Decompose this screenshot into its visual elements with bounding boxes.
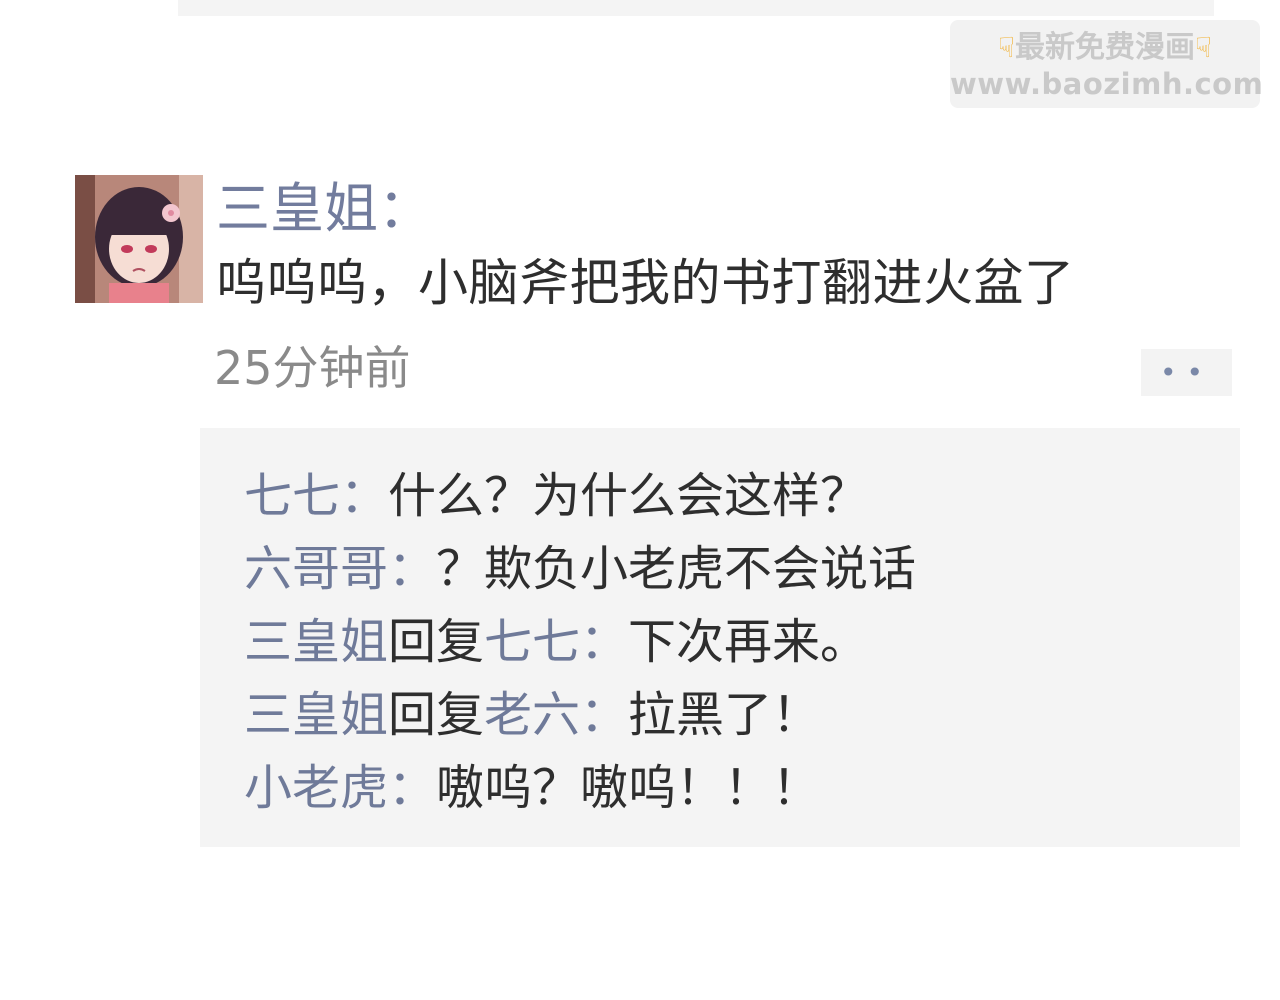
previous-post-divider: [178, 0, 1214, 16]
reply-text: 什么？为什么会这样？: [388, 468, 869, 524]
site-watermark: ☟最新免费漫画☟ www.baozimh.com: [950, 20, 1264, 108]
reply-item[interactable]: 三皇姐回复老六：拉黑了！: [244, 685, 820, 745]
reply-target[interactable]: 七七：: [484, 614, 628, 670]
post-content: 呜呜呜，小脑斧把我的书打翻进火盆了: [216, 254, 1075, 312]
reply-text: 嗷呜？嗷呜！！！: [436, 760, 821, 816]
watermark-url: www.baozimh.com: [950, 67, 1264, 101]
reply-text: 拉黑了！: [628, 687, 821, 743]
avatar[interactable]: [75, 175, 203, 303]
reply-text: 下次再来。: [628, 614, 869, 670]
more-dots-icon: ••: [1159, 356, 1214, 389]
reply-author[interactable]: 三皇姐: [244, 687, 388, 743]
pointing-down-hand-icon: ☟: [1195, 31, 1213, 64]
reply-connector: 回复: [388, 614, 485, 670]
reply-author[interactable]: 三皇姐: [244, 614, 388, 670]
post-timestamp: 25分钟前: [214, 341, 411, 395]
pointing-down-hand-icon: ☟: [997, 31, 1015, 64]
reply-target[interactable]: 老六：: [484, 687, 628, 743]
replies-panel: 七七：什么？为什么会这样？ 六哥哥：？欺负小老虎不会说话 三皇姐回复七七：下次再…: [200, 428, 1240, 847]
reply-connector: 回复: [388, 687, 485, 743]
reply-item[interactable]: 三皇姐回复七七：下次再来。: [244, 612, 868, 672]
post-author-name[interactable]: 三皇姐：: [216, 176, 432, 242]
reply-text: ？欺负小老虎不会说话: [436, 541, 917, 597]
reply-author[interactable]: 七七：: [244, 468, 388, 524]
reply-author[interactable]: 六哥哥：: [244, 541, 436, 597]
reply-item[interactable]: 六哥哥：？欺负小老虎不会说话: [244, 539, 916, 599]
reply-author[interactable]: 小老虎：: [244, 760, 436, 816]
reply-item[interactable]: 七七：什么？为什么会这样？: [244, 466, 868, 526]
more-options-button[interactable]: ••: [1141, 349, 1232, 396]
watermark-title: 最新免费漫画: [1015, 30, 1195, 65]
reply-item[interactable]: 小老虎：嗷呜？嗷呜！！！: [244, 758, 820, 818]
